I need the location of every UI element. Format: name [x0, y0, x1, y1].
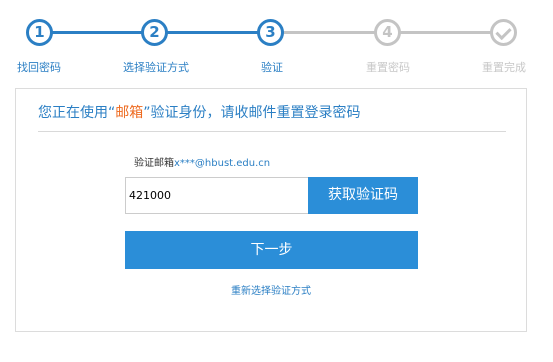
step-4-circle: 4 — [374, 19, 401, 46]
step-connector-3 — [281, 31, 377, 34]
reselect-method-link[interactable]: 重新选择验证方式 — [231, 282, 311, 297]
step-3-label: 验证 — [261, 61, 283, 74]
step-5-circle — [490, 19, 517, 46]
email-row: 验证邮箱x***@hbust.edu.cn — [134, 154, 270, 169]
title-highlight: 邮箱 — [115, 105, 144, 121]
step-2-label: 选择验证方式 — [123, 61, 189, 74]
step-connector-2 — [165, 31, 258, 34]
verification-panel: 您正在使用“邮箱”验证身份，请收邮件重置登录密码 验证邮箱x***@hbust.… — [15, 88, 527, 332]
title-suffix: ”验证身份，请收邮件重置登录密码 — [143, 105, 361, 121]
step-1-label: 找回密码 — [17, 61, 61, 74]
step-5-label: 重置完成 — [482, 61, 526, 74]
step-1-circle: 1 — [26, 19, 53, 46]
step-4-label: 重置密码 — [366, 61, 410, 74]
step-connector-1 — [50, 31, 143, 34]
step-connector-4 — [399, 31, 493, 34]
next-step-button[interactable]: 下一步 — [125, 231, 418, 269]
checkmark-icon — [495, 23, 512, 41]
page-title: 您正在使用“邮箱”验证身份，请收邮件重置登录密码 — [38, 102, 361, 122]
email-value: x***@hbust.edu.cn — [174, 158, 271, 169]
email-label: 验证邮箱 — [134, 158, 174, 169]
title-prefix: 您正在使用“ — [38, 105, 116, 121]
verification-code-input[interactable] — [125, 177, 308, 214]
step-2-circle: 2 — [141, 19, 168, 46]
get-code-button[interactable]: 获取验证码 — [308, 177, 418, 214]
step-3-circle: 3 — [257, 19, 284, 46]
divider — [38, 131, 506, 132]
progress-stepper: 1 2 3 4 找回密码 选择验证方式 验证 重置密码 重置完成 — [0, 0, 553, 80]
